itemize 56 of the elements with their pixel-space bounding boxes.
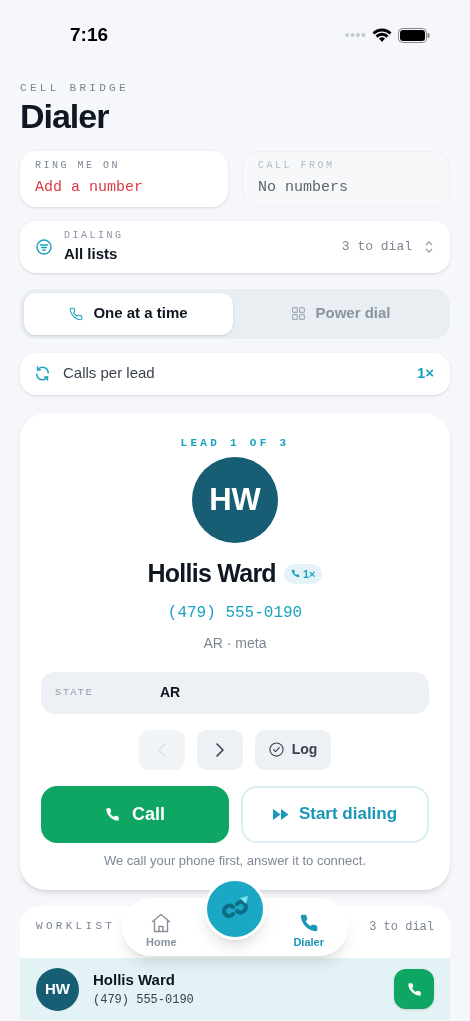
dialing-value: All lists <box>64 243 119 264</box>
card-label: RING ME ON <box>35 158 121 173</box>
field-label: STATE <box>55 685 95 699</box>
worklist-row[interactable]: HW Hollis Ward (479) 555-0190 <box>20 958 450 1020</box>
field-value: AR <box>160 683 181 702</box>
card-label: CALL FROM <box>258 158 336 173</box>
battery-icon <box>398 27 430 43</box>
mode-tab[interactable]: One at a time <box>24 292 233 335</box>
phone-icon <box>298 913 319 934</box>
check-circle-icon <box>268 742 284 757</box>
call-hint: We call your phone first, answer it to connect. <box>103 851 367 870</box>
refresh-icon <box>34 365 51 382</box>
dialing-label: DIALING <box>64 228 125 243</box>
log-button[interactable]: Log <box>254 729 332 770</box>
call-count-badge: 1× <box>283 563 323 584</box>
dialing-selector[interactable]: DIALING All lists 3 to dial <box>20 220 450 273</box>
calls-per-lead-value: 1× <box>416 363 435 384</box>
calls-per-lead-label: Calls per lead <box>63 363 156 384</box>
avatar: HW <box>192 457 278 543</box>
phone-icon <box>406 981 422 997</box>
phone-icon <box>69 306 84 321</box>
worklist-count: 3 to dial <box>369 919 434 936</box>
chevron-updown-icon <box>424 239 434 254</box>
chevron-right-icon <box>213 741 226 758</box>
app-eyebrow: CELL BRIDGE <box>20 81 130 96</box>
status-time: 7:16 <box>70 22 109 47</box>
phone-icon <box>290 569 300 579</box>
card-value: Add a number <box>35 177 145 198</box>
tab-bar-item[interactable]: Home <box>146 903 177 951</box>
lead-meta: AR · meta <box>203 633 267 653</box>
lead-position: LEAD 1 OF 3 <box>180 435 290 451</box>
row-name: Hollis Ward <box>93 969 176 990</box>
signal-icon <box>344 32 366 38</box>
page-title: Dialer <box>20 96 110 135</box>
wifi-icon <box>372 27 392 43</box>
mode-tab[interactable]: Power dial <box>237 292 446 335</box>
worklist-title: WORKLIST <box>36 919 116 934</box>
lead-name: Hollis Ward <box>147 558 276 589</box>
call-button[interactable] <box>394 969 434 1009</box>
call-button[interactable]: Call <box>41 785 229 843</box>
calls-per-lead-row[interactable]: Calls per lead 1× <box>20 352 450 395</box>
next-button[interactable] <box>196 729 243 770</box>
home-icon <box>150 913 173 934</box>
tab-bar-item[interactable]: Dialer <box>293 903 324 951</box>
fast-forward-icon <box>272 808 289 820</box>
avatar: HW <box>36 967 79 1011</box>
lead-phone[interactable]: (479) 555-0190 <box>167 600 303 625</box>
grid-icon <box>292 307 306 320</box>
number-card[interactable]: CALL FROM No numbers <box>242 150 450 207</box>
dial-count: 3 to dial <box>341 237 412 256</box>
phone-icon <box>105 806 120 822</box>
card-value: No numbers <box>258 177 349 198</box>
number-card[interactable]: RING ME ON Add a number <box>20 150 228 207</box>
filter-icon <box>36 238 52 255</box>
start-dialing-button[interactable]: Start dialing <box>241 785 429 843</box>
row-phone: (479) 555-0190 <box>93 992 195 1010</box>
